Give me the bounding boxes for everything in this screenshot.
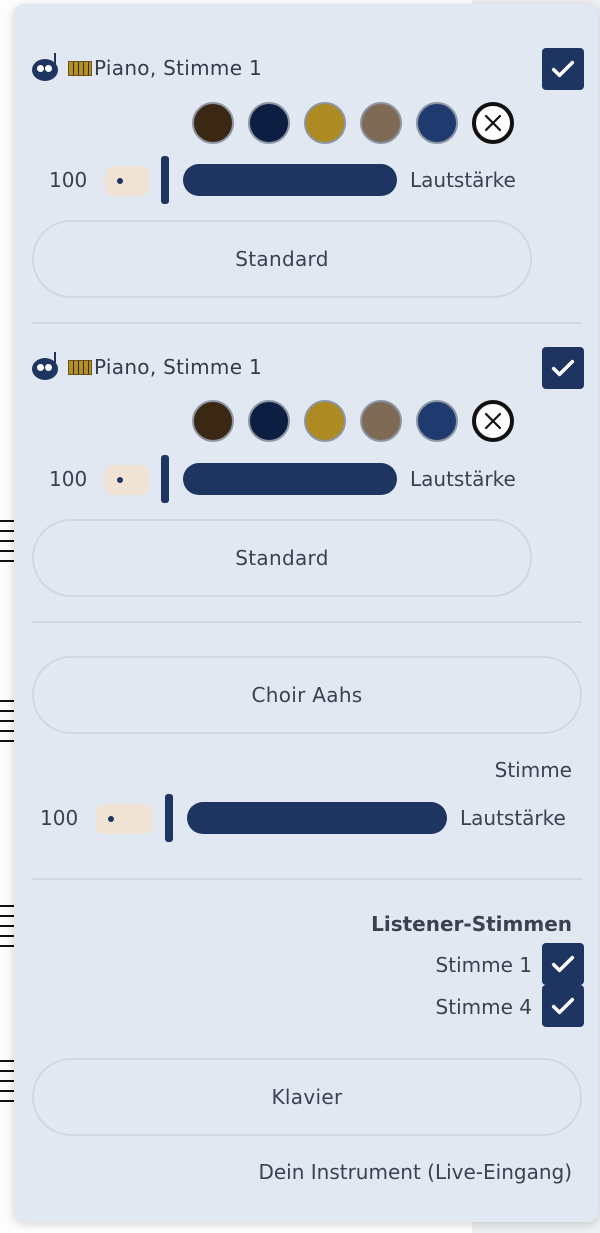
color-swatch[interactable] bbox=[360, 102, 402, 144]
volume-slider[interactable] bbox=[187, 802, 447, 834]
listener-voices-title: Listener-Stimmen bbox=[371, 912, 572, 936]
listener-voice-label: Stimme 4 bbox=[435, 995, 532, 1019]
volume-value: 100 bbox=[49, 467, 88, 491]
volume-slider[interactable] bbox=[183, 463, 397, 495]
track-name: Piano, Stimme 1 bbox=[94, 355, 263, 379]
close-icon bbox=[484, 412, 502, 430]
color-swatch[interactable] bbox=[192, 102, 234, 144]
volume-indicator bbox=[96, 804, 152, 834]
sheet-music-background bbox=[0, 0, 14, 1233]
staff-lines bbox=[0, 700, 14, 750]
track-1-header: Piano, Stimme 1 bbox=[32, 48, 262, 88]
piano-keys-icon bbox=[68, 60, 92, 76]
color-swatch[interactable] bbox=[248, 400, 290, 442]
checkmark-icon bbox=[551, 997, 575, 1015]
checkmark-icon bbox=[551, 359, 575, 377]
divider bbox=[32, 621, 582, 623]
clear-color-button[interactable] bbox=[472, 400, 514, 442]
staff-lines bbox=[0, 905, 14, 955]
track-1-enabled-checkbox[interactable] bbox=[542, 48, 584, 90]
volume-slider[interactable] bbox=[183, 164, 397, 196]
listener-voice-label: Stimme 1 bbox=[435, 953, 532, 977]
track-1-volume-row: 100 Lautstärke bbox=[14, 156, 598, 204]
track-2-enabled-checkbox[interactable] bbox=[542, 347, 584, 389]
divider bbox=[32, 878, 582, 880]
volume-indicator bbox=[105, 465, 149, 495]
color-swatch[interactable] bbox=[192, 400, 234, 442]
mascot-icon bbox=[32, 53, 62, 81]
color-swatch[interactable] bbox=[304, 102, 346, 144]
voice-settings-panel: Piano, Stimme 1 100 Lautstärke Standard … bbox=[14, 4, 598, 1222]
track-2-volume-row: 100 Lautstärke bbox=[14, 455, 598, 503]
choir-volume-row: 100 Lautstärke bbox=[14, 794, 598, 842]
track-2-color-picker bbox=[192, 400, 514, 442]
color-swatch[interactable] bbox=[416, 102, 458, 144]
volume-value: 100 bbox=[49, 168, 88, 192]
volume-label: Lautstärke bbox=[410, 168, 516, 192]
volume-slider-handle[interactable] bbox=[161, 455, 169, 503]
volume-value: 100 bbox=[40, 806, 79, 830]
volume-indicator bbox=[105, 166, 149, 196]
volume-label: Lautstärke bbox=[410, 467, 516, 491]
volume-label: Lautstärke bbox=[460, 806, 566, 830]
checkmark-icon bbox=[551, 60, 575, 78]
track-2-header: Piano, Stimme 1 bbox=[32, 347, 262, 387]
color-swatch[interactable] bbox=[248, 102, 290, 144]
staff-lines bbox=[0, 1060, 14, 1110]
color-swatch[interactable] bbox=[416, 400, 458, 442]
clear-color-button[interactable] bbox=[472, 102, 514, 144]
volume-slider-handle[interactable] bbox=[165, 794, 173, 842]
choir-instrument-button[interactable]: Choir Aahs bbox=[32, 656, 582, 734]
choir-caption: Stimme bbox=[494, 758, 572, 782]
checkmark-icon bbox=[551, 955, 575, 973]
color-swatch[interactable] bbox=[304, 400, 346, 442]
live-input-caption: Dein Instrument (Live-Eingang) bbox=[258, 1160, 572, 1184]
track-name: Piano, Stimme 1 bbox=[94, 56, 263, 80]
mascot-icon bbox=[32, 352, 62, 380]
volume-slider-handle[interactable] bbox=[161, 156, 169, 204]
listener-voice-1-checkbox[interactable] bbox=[542, 943, 584, 985]
divider bbox=[32, 322, 582, 324]
staff-lines bbox=[0, 520, 14, 570]
piano-keys-icon bbox=[68, 359, 92, 375]
track-1-color-picker bbox=[192, 102, 514, 144]
sound-select-button[interactable]: Standard bbox=[32, 220, 532, 298]
listener-voice-4-checkbox[interactable] bbox=[542, 985, 584, 1027]
close-icon bbox=[484, 114, 502, 132]
sound-select-button[interactable]: Standard bbox=[32, 519, 532, 597]
color-swatch[interactable] bbox=[360, 400, 402, 442]
live-instrument-button[interactable]: Klavier bbox=[32, 1058, 582, 1136]
